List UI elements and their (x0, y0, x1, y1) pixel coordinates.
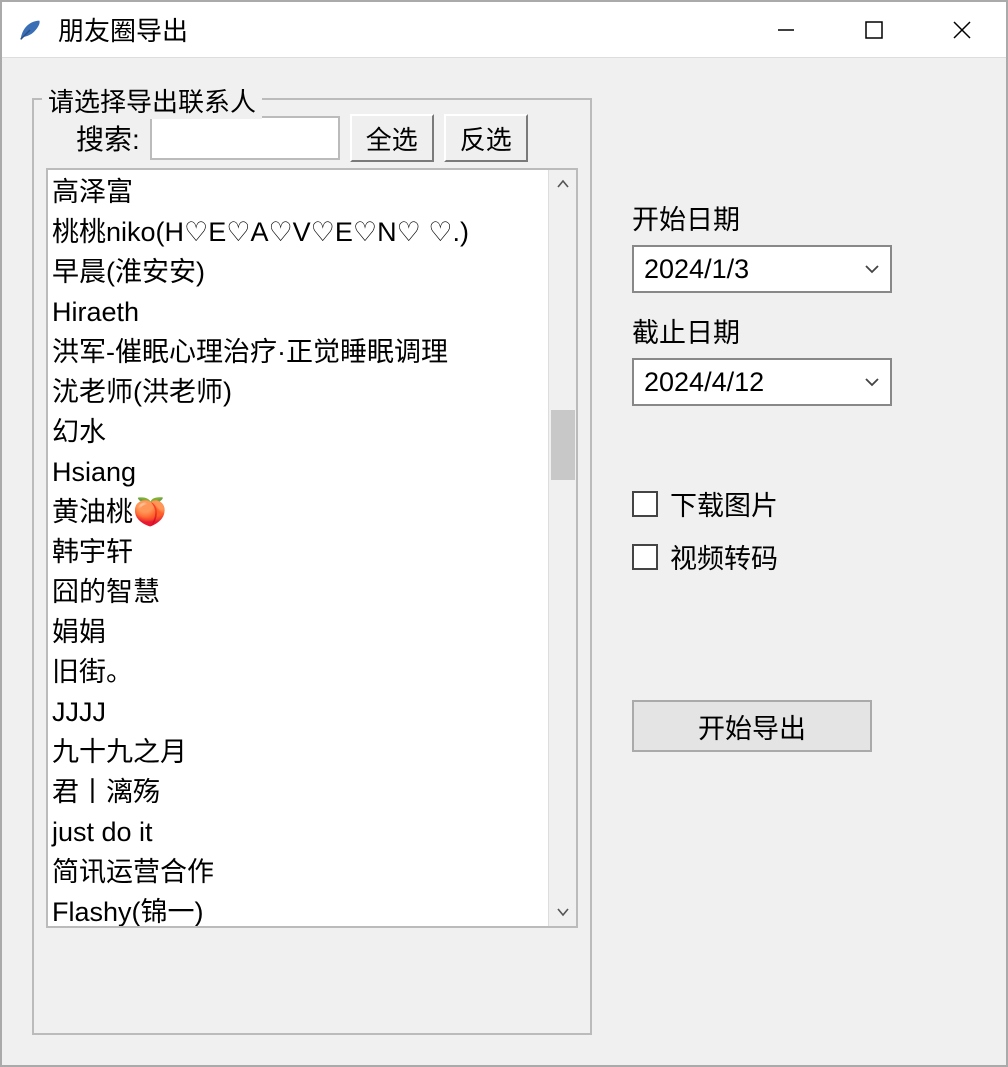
end-date-label: 截止日期 (632, 311, 952, 350)
list-item[interactable]: 幻水 (52, 412, 544, 452)
list-item[interactable]: 旧街。 (52, 652, 544, 692)
select-all-button[interactable]: 全选 (350, 114, 434, 162)
list-item[interactable]: 九十九之月 (52, 732, 544, 772)
chevron-down-icon (864, 372, 880, 393)
group-legend: 请选择导出联系人 (42, 82, 262, 119)
options-panel: 开始日期 2024/1/3 截止日期 2024/4/12 下载图片 (632, 98, 952, 1035)
list-item[interactable]: 高泽富 (52, 172, 544, 212)
scroll-down-icon[interactable] (549, 898, 576, 926)
list-item[interactable]: JJJJ (52, 692, 544, 732)
video-transcode-row: 视频转码 (632, 537, 952, 576)
feather-icon (16, 16, 44, 44)
list-item[interactable]: 早晨(淮安安) (52, 252, 544, 292)
list-item[interactable]: Flashy(锦一) (52, 892, 544, 926)
scrollbar[interactable] (548, 170, 576, 926)
client-area: 请选择导出联系人 搜索: 全选 反选 高泽富桃桃niko(H♡E♡A♡V♡E♡N… (2, 58, 1006, 1065)
list-item[interactable]: just do it (52, 812, 544, 852)
start-date-select[interactable]: 2024/1/3 (632, 245, 892, 293)
search-label: 搜索: (76, 118, 140, 158)
list-item[interactable]: 娟娟 (52, 612, 544, 652)
app-window: 朋友圈导出 请选择导出联系人 搜索: 全选 反选 高泽富桃桃niko(H♡E♡A… (0, 0, 1008, 1067)
list-item[interactable]: 桃桃niko(H♡E♡A♡V♡E♡N♡ ♡.) (52, 212, 544, 252)
download-images-row: 下载图片 (632, 484, 952, 523)
list-item[interactable]: 君丨漓殇 (52, 772, 544, 812)
list-item[interactable]: 洪军-催眠心理治疗·正觉睡眠调理 (52, 332, 544, 372)
start-date-label: 开始日期 (632, 198, 952, 237)
list-item[interactable]: 黄油桃🍑 (52, 492, 544, 532)
list-item[interactable]: 简讯运营合作 (52, 852, 544, 892)
start-export-button[interactable]: 开始导出 (632, 700, 872, 752)
chevron-down-icon (864, 259, 880, 280)
end-date-select[interactable]: 2024/4/12 (632, 358, 892, 406)
download-images-checkbox[interactable] (632, 491, 658, 517)
list-item[interactable]: 韩宇轩 (52, 532, 544, 572)
contacts-listbox[interactable]: 高泽富桃桃niko(H♡E♡A♡V♡E♡N♡ ♡.)早晨(淮安安)Hiraeth… (46, 168, 578, 928)
list-item[interactable]: Hsiang (52, 452, 544, 492)
download-images-label: 下载图片 (670, 484, 778, 523)
list-item[interactable]: Hiraeth (52, 292, 544, 332)
list-item[interactable]: 沋老师(洪老师) (52, 372, 544, 412)
invert-selection-button[interactable]: 反选 (444, 114, 528, 162)
scroll-up-icon[interactable] (549, 170, 576, 198)
scroll-thumb[interactable] (551, 410, 575, 480)
end-date-value: 2024/4/12 (644, 367, 764, 398)
close-button[interactable] (918, 2, 1006, 57)
start-date-value: 2024/1/3 (644, 254, 749, 285)
window-title: 朋友圈导出 (58, 11, 742, 48)
minimize-button[interactable] (742, 2, 830, 57)
window-controls (742, 2, 1006, 57)
contacts-groupbox: 请选择导出联系人 搜索: 全选 反选 高泽富桃桃niko(H♡E♡A♡V♡E♡N… (32, 98, 592, 1035)
maximize-button[interactable] (830, 2, 918, 57)
video-transcode-label: 视频转码 (670, 537, 778, 576)
list-item[interactable]: 囧的智慧 (52, 572, 544, 612)
search-row: 搜索: 全选 反选 (46, 114, 578, 162)
titlebar: 朋友圈导出 (2, 2, 1006, 58)
video-transcode-checkbox[interactable] (632, 544, 658, 570)
search-input[interactable] (150, 116, 340, 160)
